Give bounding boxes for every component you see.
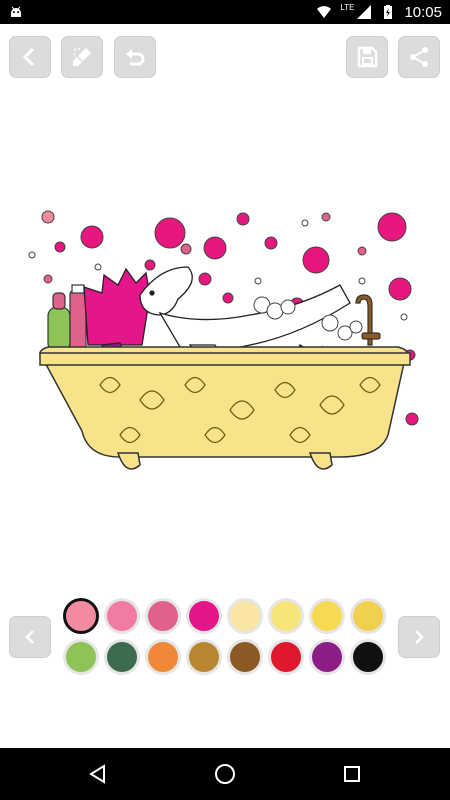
save-button[interactable] <box>346 36 388 78</box>
bottle-green <box>47 292 71 353</box>
color-swatch[interactable] <box>104 598 140 634</box>
bathtub <box>39 346 411 470</box>
faucet <box>355 294 381 346</box>
color-swatch[interactable] <box>309 598 345 634</box>
color-swatch[interactable] <box>268 639 304 675</box>
brush-clean-icon <box>73 48 91 66</box>
nav-home-button[interactable] <box>213 762 237 786</box>
chevron-left-icon <box>22 47 35 67</box>
palette-prev-button[interactable] <box>9 616 51 658</box>
share-button[interactable] <box>398 36 440 78</box>
triangle-back-icon <box>89 764 105 784</box>
signal-icon <box>357 5 372 19</box>
color-swatch[interactable] <box>350 598 386 634</box>
color-swatch[interactable] <box>63 598 99 634</box>
coloring-canvas[interactable] <box>0 195 450 495</box>
floppy-disk-icon <box>357 46 378 68</box>
android-icon <box>11 6 21 17</box>
color-swatch[interactable] <box>309 639 345 675</box>
color-swatch[interactable] <box>186 639 222 675</box>
nav-recents-button[interactable] <box>340 762 364 786</box>
navigation-bar <box>0 748 450 800</box>
battery-charging-icon <box>384 5 393 19</box>
color-swatch[interactable] <box>186 598 222 634</box>
color-swatch[interactable] <box>227 598 263 634</box>
clock-time: 10:05 <box>404 3 442 21</box>
wifi-icon <box>317 6 332 18</box>
clear-button[interactable] <box>61 36 103 78</box>
palette-next-button[interactable] <box>398 616 440 658</box>
color-swatch[interactable] <box>145 639 181 675</box>
share-icon <box>410 47 428 67</box>
bottle-pink <box>69 284 87 350</box>
color-swatch[interactable] <box>63 639 99 675</box>
color-swatch[interactable] <box>145 598 181 634</box>
nav-back-button[interactable] <box>86 762 110 786</box>
color-swatch[interactable] <box>227 639 263 675</box>
circle-home-icon <box>215 764 235 784</box>
color-swatch[interactable] <box>268 598 304 634</box>
square-recents-icon <box>344 766 360 782</box>
back-button[interactable] <box>9 36 51 78</box>
color-swatch[interactable] <box>350 639 386 675</box>
undo-button[interactable] <box>114 36 156 78</box>
color-swatch[interactable] <box>104 639 140 675</box>
status-bar: LTE 10:05 <box>0 0 450 24</box>
chevron-left-icon <box>25 630 34 644</box>
network-type-label: LTE <box>340 2 355 12</box>
chevron-right-icon <box>415 630 424 644</box>
undo-icon <box>126 49 145 66</box>
